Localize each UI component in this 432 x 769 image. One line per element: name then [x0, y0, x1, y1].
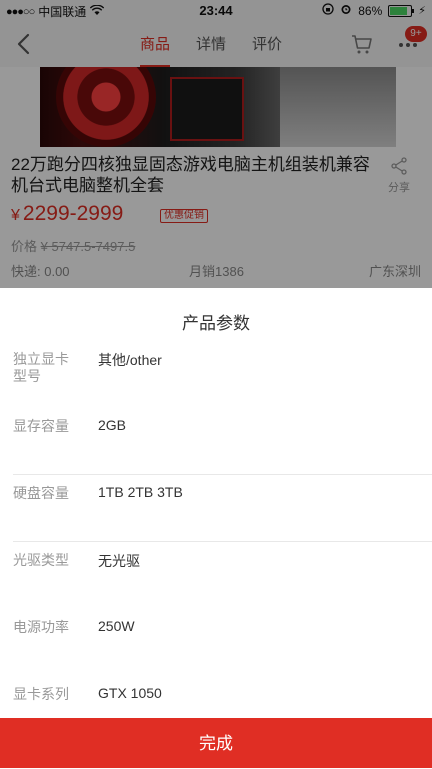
param-value: 1TB 2TB 3TB	[98, 484, 183, 500]
param-row: 硬盘容量 1TB 2TB 3TB	[13, 475, 432, 542]
param-label: 显存容量	[13, 418, 69, 434]
param-row: 光驱类型 无光驱	[13, 542, 432, 609]
param-value: 250W	[98, 618, 135, 634]
sheet-title: 产品参数	[182, 314, 250, 333]
param-row: 电源功率 250W	[13, 609, 432, 676]
param-value: 2GB	[98, 417, 127, 433]
product-params-sheet: 产品参数 独立显卡型号 其他/other 显存容量 2GB 硬盘容量 1TB 2…	[0, 288, 432, 768]
param-value: 其他/other	[98, 352, 162, 368]
param-row: 显卡系列 GTX 1050	[13, 676, 432, 718]
param-label: 显卡系列	[13, 686, 69, 702]
done-button[interactable]: 完成	[0, 718, 432, 768]
param-label: 独立显卡型号	[13, 351, 69, 384]
param-value: GTX 1050	[98, 685, 162, 701]
param-list[interactable]: 独立显卡型号 其他/other 显存容量 2GB 硬盘容量 1TB 2TB 3T…	[0, 341, 432, 718]
param-label: 电源功率	[13, 619, 69, 635]
param-value: 无光驱	[98, 553, 140, 569]
param-label: 硬盘容量	[13, 485, 69, 501]
param-row: 显存容量 2GB	[13, 408, 432, 475]
param-row: 独立显卡型号 其他/other	[13, 341, 432, 408]
param-label: 光驱类型	[13, 552, 69, 568]
